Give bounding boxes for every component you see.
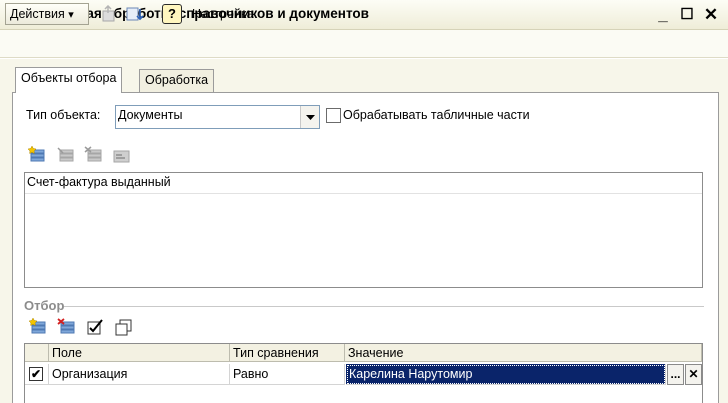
close-button[interactable]: ✕ (700, 4, 722, 26)
dropdown-arrow-icon[interactable] (300, 106, 319, 128)
main-toolbar (0, 30, 728, 58)
table-header-field[interactable]: Поле (49, 344, 230, 362)
object-type-label: Тип объекта: (26, 108, 101, 122)
delete-row-icon[interactable] (84, 146, 104, 164)
add-row-icon[interactable] (27, 146, 47, 164)
filter-section-divider (64, 306, 704, 307)
minimize-button[interactable]: _ (652, 4, 674, 26)
table-cell-field[interactable]: Организация (49, 364, 230, 385)
check-all-icon[interactable] (86, 318, 106, 336)
table-header-value[interactable]: Значение (345, 344, 702, 362)
process-tabular-label[interactable]: Обрабатывать табличные части (343, 108, 530, 122)
settings-button[interactable]: Настройка (192, 7, 254, 21)
table-header-comparison[interactable]: Тип сравнения (230, 344, 345, 362)
uncheck-all-icon[interactable] (114, 318, 134, 336)
table-cell-comparison[interactable]: Равно (230, 364, 345, 385)
chevron-down-icon: ▾ (68, 9, 74, 21)
actions-menu-button[interactable]: Действия ▾ (5, 3, 89, 25)
delete-filter-icon[interactable] (57, 318, 77, 336)
help-button[interactable]: ? (162, 4, 182, 24)
move-down-icon[interactable] (125, 5, 145, 23)
copy-row-icon[interactable] (56, 146, 76, 164)
clear-value-button[interactable]: ✕ (685, 364, 702, 385)
object-type-value: Документы (118, 108, 183, 122)
filter-section-title: Отбор (24, 298, 65, 313)
maximize-button[interactable]: ☐ (676, 4, 698, 26)
list-row-divider (25, 193, 702, 194)
selection-objects-list[interactable] (24, 172, 703, 288)
process-tabular-checkbox[interactable] (326, 108, 341, 123)
move-up-icon[interactable] (99, 5, 119, 23)
filter-row-checkbox[interactable]: ✔ (29, 367, 43, 381)
add-filter-icon[interactable] (28, 318, 48, 336)
tab-processing[interactable]: Обработка (139, 69, 215, 92)
table-cell-value-input[interactable]: Карелина Нарутомир (346, 364, 666, 385)
list-item[interactable]: Счет-фактура выданный (27, 175, 171, 189)
select-value-button[interactable]: ... (667, 364, 684, 385)
select-values-icon[interactable] (112, 146, 132, 164)
tab-selection-objects[interactable]: Объекты отбора (15, 67, 123, 93)
table-header-check (25, 344, 49, 362)
actions-menu-label: Действия (10, 7, 65, 21)
